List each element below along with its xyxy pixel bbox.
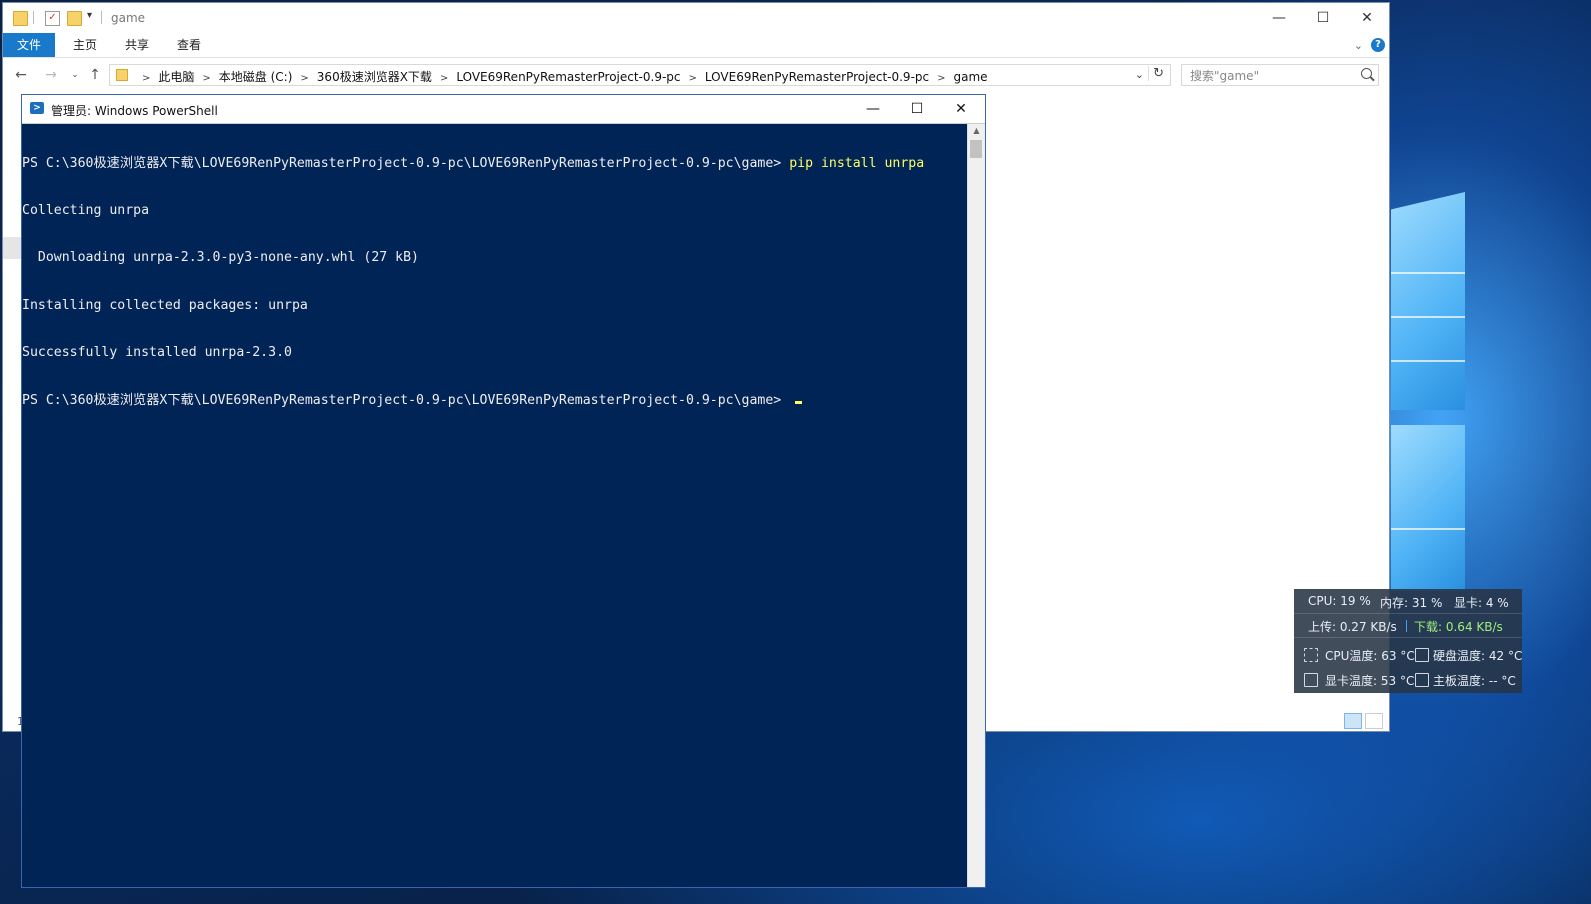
powershell-title: 管理员: Windows PowerShell <box>51 104 218 118</box>
address-row: ← → ⌄ ↑ > 此电脑 > 本地磁盘 (C:) >360极速浏览器X下载 > LOVE6… <box>3 61 1389 91</box>
tab-file[interactable]: 文件 <box>3 33 56 57</box>
cpu-chip-icon <box>1304 648 1318 662</box>
recent-locations-icon[interactable]: ⌄ <box>65 70 85 80</box>
search-icon[interactable] <box>1361 68 1372 79</box>
nav-pane-selection[interactable] <box>3 237 21 259</box>
chevron-right-icon[interactable]: > <box>300 73 308 84</box>
chevron-right-icon[interactable]: > <box>202 73 210 84</box>
view-toggle <box>1341 713 1383 729</box>
tab-home[interactable]: 主页 <box>59 33 111 57</box>
windows-logo-pane-bottom <box>1391 425 1465 591</box>
logo-highlight <box>1391 272 1465 274</box>
motherboard-icon <box>1415 673 1429 687</box>
maximize-button[interactable]: ☐ <box>895 95 939 123</box>
scroll-up-icon[interactable]: ▲ <box>968 126 985 135</box>
breadcrumb: > 此电脑 > 本地磁盘 (C:) >360极速浏览器X下载 > LOVE69RenPyRe… <box>134 68 988 85</box>
graphics-card-icon <box>1304 673 1318 687</box>
memory-usage: 内存: 31 % <box>1380 596 1443 610</box>
maximize-button[interactable]: ☐ <box>1301 3 1345 33</box>
cpu-usage: CPU: 19 % <box>1308 594 1371 608</box>
breadcrumb-item[interactable]: 本地磁盘 (C:) <box>219 70 293 84</box>
minimize-button[interactable]: — <box>1257 3 1301 33</box>
back-arrow-icon[interactable]: ← <box>11 67 31 83</box>
divider <box>1294 613 1522 614</box>
prompt-text: PS C:\360极速浏览器X下载\LOVE69RenPyRemasterPro… <box>22 155 790 171</box>
console-line: Collecting unrpa <box>22 202 150 218</box>
divider <box>1406 620 1407 632</box>
powershell-icon: > <box>30 102 44 114</box>
customize-quick-access-icon[interactable]: ▾ <box>87 10 92 21</box>
console-line: Installing collected packages: unrpa <box>22 297 308 313</box>
forward-arrow-icon[interactable]: → <box>41 67 61 83</box>
divider <box>1294 637 1522 638</box>
disk-temperature: 硬盘温度: 42 °C <box>1433 649 1523 663</box>
console-line: Successfully installed unrpa-2.3.0 <box>22 345 292 361</box>
chevron-right-icon[interactable]: > <box>689 73 697 84</box>
minimize-button[interactable]: — <box>851 95 895 123</box>
folder-icon <box>116 69 128 81</box>
text-cursor <box>795 400 803 404</box>
console-line: PS C:\360极速浏览器X下载\LOVE69RenPyRemasterPro… <box>22 393 968 409</box>
logo-highlight <box>1391 316 1465 318</box>
console-line: Downloading unrpa-2.3.0-py3-none-any.whl… <box>22 250 419 266</box>
command-text: pip install unrpa <box>789 155 925 171</box>
logo-highlight <box>1391 360 1465 362</box>
console-output[interactable]: PS C:\360极速浏览器X下载\LOVE69RenPyRemasterPro… <box>22 124 968 887</box>
gpu-temperature: 显卡温度: 53 °C <box>1325 674 1415 688</box>
breadcrumb-item[interactable]: LOVE69RenPyRemasterProject-0.9-pc <box>705 70 929 84</box>
details-view-icon[interactable] <box>1344 713 1362 729</box>
address-dropdown-icon[interactable]: ⌄ <box>1135 68 1144 81</box>
motherboard-temperature: 主板温度: -- °C <box>1433 674 1516 688</box>
upload-speed: 上传: 0.27 KB/s <box>1308 620 1397 634</box>
search-input[interactable] <box>1188 67 1352 85</box>
logo-highlight <box>1391 528 1465 530</box>
hardware-monitor-widget: CPU: 19 % 内存: 31 % 显卡: 4 % 上传: 0.27 KB/s… <box>1294 589 1522 693</box>
window-title: game <box>111 11 146 25</box>
ribbon-tabs: 文件 主页 共享 查看 ⌄ ? <box>3 33 1389 58</box>
tab-share[interactable]: 共享 <box>111 33 163 57</box>
search-box[interactable] <box>1181 64 1379 86</box>
breadcrumb-item[interactable]: 360极速浏览器X下载 <box>317 70 432 84</box>
explorer-titlebar: ✓ ▾ game — ☐ ✕ <box>3 3 1389 33</box>
address-bar[interactable]: > 此电脑 > 本地磁盘 (C:) >360极速浏览器X下载 > LOVE69RenPyRe… <box>109 64 1171 86</box>
breadcrumb-item[interactable]: 此电脑 <box>158 70 194 84</box>
scrollbar-thumb[interactable] <box>970 140 982 158</box>
divider <box>101 11 102 24</box>
folder-icon[interactable] <box>13 11 28 26</box>
vertical-scrollbar[interactable]: ▲ <box>967 124 985 887</box>
close-button[interactable]: ✕ <box>1345 3 1389 33</box>
chevron-right-icon[interactable]: > <box>937 73 945 84</box>
download-speed: 下载: 0.64 KB/s <box>1414 620 1503 634</box>
gpu-usage: 显卡: 4 % <box>1454 596 1509 610</box>
properties-icon[interactable]: ✓ <box>45 11 60 26</box>
help-icon[interactable]: ? <box>1371 38 1385 52</box>
divider <box>33 11 34 24</box>
chevron-right-icon[interactable]: > <box>440 73 448 84</box>
refresh-icon[interactable]: ↻ <box>1148 66 1164 81</box>
breadcrumb-item[interactable]: game <box>954 70 988 84</box>
up-arrow-icon[interactable]: ↑ <box>85 67 105 83</box>
hard-disk-icon <box>1415 648 1429 662</box>
chevron-right-icon[interactable]: > <box>142 73 150 84</box>
powershell-window: > 管理员: Windows PowerShell — ☐ ✕ PS C:\36… <box>21 94 986 888</box>
tab-view[interactable]: 查看 <box>163 33 215 57</box>
powershell-titlebar: > 管理员: Windows PowerShell — ☐ ✕ <box>22 95 985 124</box>
close-button[interactable]: ✕ <box>939 95 983 123</box>
expand-ribbon-icon[interactable]: ⌄ <box>1354 39 1363 52</box>
windows-logo-pane-top <box>1391 192 1465 410</box>
large-icons-view-icon[interactable] <box>1365 713 1383 729</box>
breadcrumb-item[interactable]: LOVE69RenPyRemasterProject-0.9-pc <box>456 70 680 84</box>
cpu-temperature: CPU温度: 63 °C <box>1325 649 1415 663</box>
console-line: PS C:\360极速浏览器X下载\LOVE69RenPyRemasterPro… <box>22 156 968 172</box>
new-folder-icon[interactable] <box>67 11 82 26</box>
prompt-text: PS C:\360极速浏览器X下载\LOVE69RenPyRemasterPro… <box>22 392 790 408</box>
